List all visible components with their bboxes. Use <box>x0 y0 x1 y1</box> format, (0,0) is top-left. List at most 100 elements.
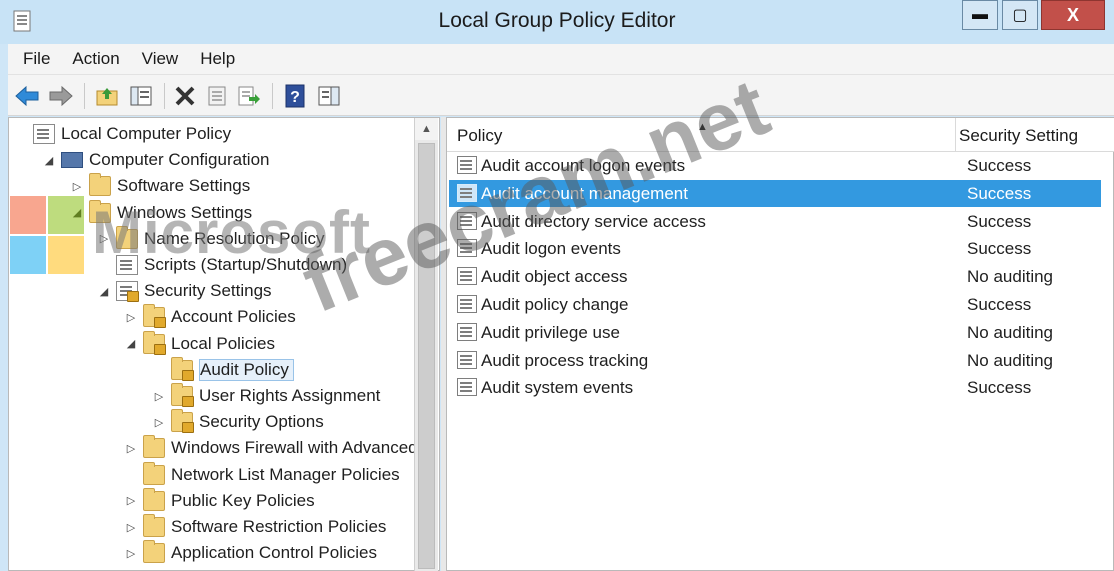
expand-arrow-icon[interactable]: ▷ <box>125 442 137 455</box>
menu-help[interactable]: Help <box>200 49 235 69</box>
security-setting-value: Success <box>967 156 1032 175</box>
policy-row[interactable]: Audit privilege use No auditing <box>449 319 1101 346</box>
tree-item[interactable]: ▷ Security Options <box>153 409 324 435</box>
expand-arrow-icon[interactable]: ▷ <box>153 416 165 429</box>
policy-row[interactable]: Audit system events Success <box>449 374 1101 401</box>
security-setting-value: No auditing <box>967 350 1054 370</box>
delete-button[interactable] <box>172 83 198 109</box>
tree-item-label: Local Computer Policy <box>61 124 232 143</box>
menu-file[interactable]: File <box>23 49 50 69</box>
back-button[interactable] <box>14 83 40 109</box>
collapse-arrow-icon[interactable]: ◢ <box>125 337 137 350</box>
scroll-up-arrow-icon[interactable]: ▲ <box>415 118 438 140</box>
tree-item[interactable]: Network List Manager Policies <box>125 461 400 488</box>
window-title: Local Group Policy Editor <box>438 9 676 32</box>
minimize-icon: ▬ <box>972 6 988 23</box>
tree-item-label: Software Restriction Policies <box>171 517 387 536</box>
tree-item[interactable]: ▷ Account Policies <box>125 304 296 330</box>
console-tree-pane[interactable]: Local Computer Policy ◢ Computer Configura… <box>8 117 440 571</box>
tree-item[interactable]: ◢ Security Settings <box>98 278 272 304</box>
show-hide-tree-icon <box>130 86 152 106</box>
expand-arrow-icon[interactable]: ▷ <box>153 390 165 403</box>
menu-bar: File Action View Help <box>8 44 1114 74</box>
help-icon: ? <box>285 84 305 108</box>
toolbar: ? <box>8 74 1114 116</box>
security-folder-icon <box>171 409 194 434</box>
up-folder-icon <box>96 88 118 106</box>
maximize-button[interactable]: ▢ <box>1002 0 1038 30</box>
maximize-icon: ▢ <box>1012 7 1028 24</box>
tree-item-label: Application Control Policies <box>171 543 377 563</box>
policy-row[interactable]: Audit object access No auditing <box>449 263 1101 290</box>
policy-setting-icon <box>457 322 477 341</box>
collapse-arrow-icon[interactable]: ◢ <box>98 285 110 298</box>
tree-item[interactable]: ▷ Public Key Policies <box>125 487 315 514</box>
policy-name: Audit object access <box>481 267 628 287</box>
tree-item-label: Security Settings <box>144 281 272 301</box>
security-folder-icon <box>143 330 166 355</box>
policy-document-icon <box>33 124 55 144</box>
tree-item[interactable]: ▷ Software Restriction Policies <box>125 514 386 540</box>
tree-item[interactable]: ◢ Local Policies <box>125 330 275 357</box>
folder-icon <box>143 435 165 459</box>
folder-icon <box>143 540 165 564</box>
tree-item[interactable]: ◢ Computer Configuration <box>43 147 270 173</box>
forward-button[interactable] <box>48 83 74 109</box>
security-setting-value: Success <box>967 211 1032 231</box>
policy-row[interactable]: Audit policy change Success <box>449 291 1101 318</box>
policy-name: Audit privilege use <box>481 322 620 342</box>
tree-item[interactable]: Local Computer Policy <box>15 121 231 147</box>
column-divider[interactable] <box>955 118 956 152</box>
up-level-button[interactable] <box>94 83 120 109</box>
expand-arrow-icon[interactable]: ▷ <box>125 494 137 507</box>
tree-item-label: Audit Policy <box>199 358 294 381</box>
toolbar-separator <box>84 83 85 109</box>
security-setting-value: Success <box>967 239 1032 259</box>
close-button[interactable]: X <box>1041 0 1105 30</box>
policy-row[interactable]: Audit process tracking No auditing <box>449 347 1101 374</box>
security-settings-icon <box>116 281 139 303</box>
minimize-button[interactable]: ▬ <box>962 0 998 30</box>
folder-icon <box>143 514 165 537</box>
microsoft-logo-watermark-icon <box>10 196 85 276</box>
security-folder-icon <box>171 356 194 381</box>
tree-item[interactable]: ▷ Application Control Policies <box>125 540 377 566</box>
title-bar: Local Group Policy Editor ▬ ▢ X <box>0 0 1114 44</box>
security-setting-value: Success <box>967 378 1032 398</box>
properties-icon <box>208 86 226 106</box>
tree-item[interactable]: ▷ Software Settings <box>71 173 250 199</box>
show-hide-action-pane-button[interactable] <box>316 83 342 109</box>
export-list-icon <box>238 86 260 106</box>
expand-arrow-icon[interactable]: ▷ <box>125 311 137 324</box>
expand-arrow-icon[interactable]: ▷ <box>71 180 83 193</box>
policy-setting-icon <box>457 378 477 397</box>
tree-item-label: Windows Firewall with Advanced <box>171 438 418 458</box>
tree-item-label: Network List Manager Policies <box>171 464 400 484</box>
computer-icon <box>61 152 83 169</box>
toolbar-separator <box>272 83 273 109</box>
expand-arrow-icon[interactable]: ▷ <box>125 547 137 560</box>
menu-action[interactable]: Action <box>72 49 119 69</box>
export-list-button[interactable] <box>236 83 262 109</box>
tree-item[interactable]: ▷ User Rights Assignment <box>153 383 380 409</box>
show-hide-action-pane-icon <box>318 86 340 106</box>
help-button[interactable]: ? <box>282 83 308 109</box>
menu-view[interactable]: View <box>142 49 179 69</box>
show-hide-tree-button[interactable] <box>128 83 154 109</box>
security-folder-icon <box>171 383 194 407</box>
svg-text:?: ? <box>290 89 300 106</box>
toolbar-separator <box>164 83 165 109</box>
properties-button[interactable] <box>204 83 230 109</box>
tree-item-label: Account Policies <box>171 307 296 327</box>
collapse-arrow-icon[interactable]: ◢ <box>43 154 55 167</box>
policy-name: Audit policy change <box>481 295 629 314</box>
tree-item[interactable]: Audit Policy <box>153 356 294 383</box>
tree-item[interactable]: ▷ Windows Firewall with Advanced <box>125 435 418 461</box>
tree-item-label: Local Policies <box>171 333 275 353</box>
tree-item-label: User Rights Assignment <box>199 386 381 405</box>
column-header-policy[interactable]: Policy <box>457 126 502 146</box>
column-header-security-setting[interactable]: Security Setting <box>959 126 1078 146</box>
security-setting-value: No auditing <box>967 267 1054 287</box>
tree-item-label: Public Key Policies <box>171 490 315 510</box>
expand-arrow-icon[interactable]: ▷ <box>125 521 137 534</box>
